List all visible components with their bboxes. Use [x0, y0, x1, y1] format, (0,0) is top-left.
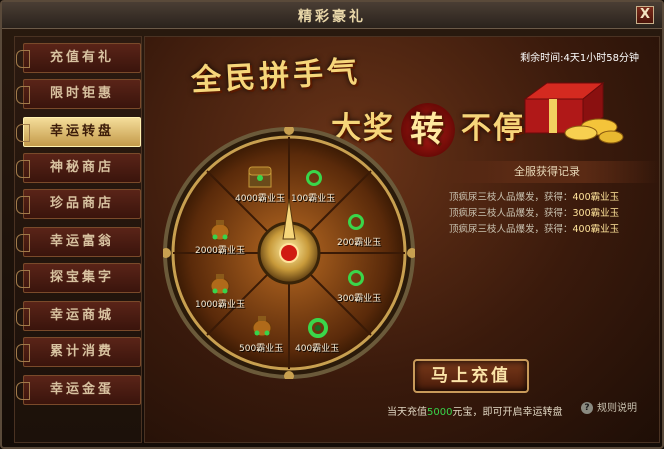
sidebar-item-lucky-mall[interactable]: 幸运商城 — [16, 301, 141, 331]
ornament-icon — [16, 124, 30, 142]
jade-ring-icon — [348, 214, 364, 230]
ornament-icon — [16, 234, 30, 252]
prize-label: 2000霸业玉 — [195, 246, 245, 256]
prize-label: 400霸业玉 — [295, 344, 340, 354]
sidebar-item-lucky-wheel[interactable]: 幸运转盘 — [16, 117, 141, 147]
server-records: 全服获得记录 顶疯尿三枝人品爆发，获得：400霸业玉 顶疯尿三枝人品爆发，获得：… — [435, 161, 659, 237]
banner-line-1: 全民拼手气 — [190, 54, 362, 99]
sidebar-item-label: 幸运商城 — [49, 308, 114, 323]
prize-label: 200霸业玉 — [337, 238, 382, 248]
question-icon: ? — [581, 402, 593, 414]
ornament-icon — [16, 196, 30, 214]
sidebar-item-label: 探宝集字 — [49, 270, 114, 285]
prize-label: 300霸业玉 — [337, 294, 382, 304]
lucky-wheel[interactable]: 4000霸业玉 100霸业玉 200霸业玉 300霸业玉 400霸业玉 500霸… — [161, 125, 417, 381]
unlock-note: 当天充值5000元宝，即可开启幸运转盘 — [387, 403, 562, 418]
ornament-icon — [16, 382, 30, 400]
gift-box-icon — [523, 81, 624, 144]
sidebar-item-label: 充值有礼 — [49, 50, 114, 65]
sidebar-item-total-spend[interactable]: 累计消费 — [16, 337, 141, 367]
window-frame: 精彩豪礼 X 充值有礼 限时钜惠 幸运转盘 神秘商店 珍品商店 幸运富翁 探宝集… — [0, 0, 664, 449]
record-text: 顶疯尿三枝人品爆发，获得： — [449, 192, 573, 203]
note-text: 当天充值 — [387, 407, 427, 418]
ornament-icon — [16, 344, 30, 362]
ornament-icon — [16, 308, 30, 326]
note-text: 元宝，即可开启幸运转盘 — [452, 407, 563, 418]
title-bar: 精彩豪礼 X — [2, 2, 662, 29]
jade-ring-icon — [306, 170, 322, 186]
sidebar-item-golden-egg[interactable]: 幸运金蛋 — [16, 375, 141, 405]
record-prize: 300霸业玉 — [572, 208, 620, 219]
record-text: 顶疯尿三枝人品爆发，获得： — [449, 208, 573, 219]
prize-label: 500霸业玉 — [239, 344, 284, 354]
prize-label: 1000霸业玉 — [195, 300, 245, 310]
note-amount: 5000 — [427, 407, 453, 418]
ornament-icon — [16, 50, 30, 68]
ornament-icon — [16, 86, 30, 104]
sidebar-item-label: 神秘商店 — [49, 160, 114, 175]
sidebar: 充值有礼 限时钜惠 幸运转盘 神秘商店 珍品商店 幸运富翁 探宝集字 幸运商城 … — [14, 36, 142, 443]
record-prize: 400霸业玉 — [572, 224, 620, 235]
timer-label: 剩余时间: — [520, 53, 564, 64]
treasure-chest-icon — [248, 166, 272, 188]
treasure-bag-icon — [210, 220, 230, 241]
record-text: 顶疯尿三枝人品爆发，获得： — [449, 224, 573, 235]
treasure-bag-icon — [210, 274, 230, 295]
sidebar-item-label: 珍品商店 — [49, 196, 114, 211]
sidebar-item-mystery-shop[interactable]: 神秘商店 — [16, 153, 141, 183]
treasure-bag-icon — [252, 316, 272, 337]
sidebar-item-label: 幸运富翁 — [49, 234, 114, 249]
window-title: 精彩豪礼 — [298, 9, 366, 25]
record-prize: 400霸业玉 — [572, 192, 620, 203]
jade-bracelet-icon — [308, 318, 328, 338]
timer-value: 4天1小时58分钟 — [563, 53, 639, 64]
sidebar-item-label: 限时钜惠 — [49, 86, 114, 101]
sidebar-item-limited-offer[interactable]: 限时钜惠 — [16, 79, 141, 109]
recharge-now-button[interactable]: 马上充值 — [413, 359, 529, 393]
sidebar-item-lucky-tycoon[interactable]: 幸运富翁 — [16, 227, 141, 257]
main-panel: 全民拼手气 大奖转不停 剩余时间:4天1小时58分钟 4000霸业玉 100霸业… — [144, 36, 660, 443]
sidebar-item-word-collect[interactable]: 探宝集字 — [16, 263, 141, 293]
close-button[interactable]: X — [636, 6, 654, 24]
record-row: 顶疯尿三枝人品爆发，获得：300霸业玉 — [449, 205, 659, 219]
rules-label: 规则说明 — [597, 403, 637, 414]
prize-label: 4000霸业玉 — [235, 194, 285, 204]
countdown-timer: 剩余时间:4天1小时58分钟 — [520, 49, 639, 64]
record-row: 顶疯尿三枝人品爆发，获得：400霸业玉 — [449, 221, 659, 235]
rules-link[interactable]: ? 规则说明 — [581, 399, 637, 414]
sidebar-item-label: 幸运金蛋 — [49, 382, 114, 397]
ornament-icon — [16, 270, 30, 288]
jade-ring-icon — [348, 270, 364, 286]
prize-label: 100霸业玉 — [291, 194, 336, 204]
records-title: 全服获得记录 — [435, 161, 659, 183]
record-row: 顶疯尿三枝人品爆发，获得：400霸业玉 — [449, 189, 659, 203]
sidebar-item-label: 幸运转盘 — [49, 124, 114, 139]
sidebar-item-recharge[interactable]: 充值有礼 — [16, 43, 141, 73]
ornament-icon — [16, 160, 30, 178]
sidebar-item-treasure-shop[interactable]: 珍品商店 — [16, 189, 141, 219]
sidebar-item-label: 累计消费 — [49, 344, 114, 359]
